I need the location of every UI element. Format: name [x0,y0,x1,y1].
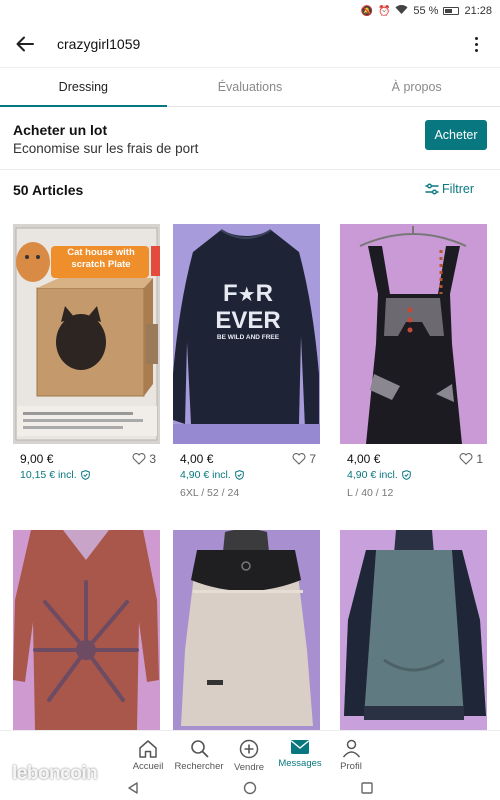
item-card[interactable] [173,530,320,730]
back-button[interactable] [0,22,50,66]
page-title: crazygirl1059 [57,36,141,52]
watermark: leboncoin [12,763,98,784]
item-photo[interactable]: Cat house with scratch Plate [13,224,160,444]
filter-button[interactable]: Filtrer [425,182,474,196]
tab-dressing[interactable]: Dressing [0,68,167,107]
price-incl: 4,90 € incl. [180,469,320,481]
shield-icon [401,470,411,480]
favorite-button[interactable]: 7 [292,452,316,466]
shirt-print: F★R EVER BE WILD AND FREE [215,280,281,342]
circle-home-icon [243,781,257,795]
alarm-icon: ⏰ [377,5,391,17]
item-card[interactable] [340,530,487,730]
status-bar: 🔕 ⏰ 55 % 21:28 [0,0,500,22]
dress-photo [340,224,487,444]
star-icon: ★ [237,284,256,306]
item-photo[interactable] [340,224,487,444]
person-icon [342,739,360,758]
clock: 21:28 [464,5,492,17]
buy-bundle-button[interactable]: Acheter [425,120,487,150]
profile-tabs: Dressing Évaluations À propos [0,67,500,107]
tab-evaluations[interactable]: Évaluations [167,68,334,106]
nav-home-label: Accueil [132,761,164,772]
rust-dress-photo [13,530,160,730]
heart-icon [459,453,473,465]
mute-icon: 🔕 [360,5,373,17]
item-price: 9,00 € [20,452,54,466]
item-photo[interactable] [173,530,320,730]
system-home-button[interactable] [243,781,257,800]
search-icon [190,740,208,758]
price-row: 4,00 € 1 [340,452,487,468]
item-price: 4,00 € [347,452,381,466]
dot [474,48,478,52]
price-incl-text: 10,15 € incl. [20,469,77,481]
price-incl: 10,15 € incl. [20,469,160,481]
sweater-photo [173,530,320,730]
price-row: 4,00 € 7 [173,452,320,468]
nav-profile-label: Profil [340,761,362,772]
square-recents-icon [361,782,373,794]
envelope-icon [291,740,309,754]
more-options-button[interactable] [466,32,486,56]
app-header: crazygirl1059 [0,22,500,66]
price-incl-text: 4,90 € incl. [180,469,231,481]
shield-icon [234,470,244,480]
system-recents-button[interactable] [360,781,374,800]
bundle-subtitle: Economise sur les frais de port [13,141,199,156]
item-photo[interactable]: F★R EVER BE WILD AND FREE [173,224,320,444]
nav-profile[interactable]: Profil [321,739,381,772]
item-card[interactable]: F★R EVER BE WILD AND FREE 4,00 € 7 4,90 … [173,224,320,499]
battery-percent: 55 % [413,5,439,17]
shield-icon [80,470,90,480]
wifi-icon [395,4,408,18]
item-photo[interactable] [340,530,487,730]
items-header: 50 Articles Filtrer [0,171,500,209]
sliders-icon [425,183,439,195]
bundle-banner: Acheter un lot Economise sur les frais d… [0,108,500,170]
bundle-title: Acheter un lot [13,122,108,138]
item-sizes: L / 40 / 12 [347,487,394,499]
price-incl: 4,90 € incl. [347,469,487,481]
nav-sell-label: Vendre [233,762,265,773]
tab-about[interactable]: À propos [333,68,500,106]
arrow-left-icon [16,36,34,52]
item-price: 4,00 € [180,452,214,466]
photo-caption: Cat house with scratch Plate [67,247,135,270]
item-card[interactable]: Cat house with scratch Plate 9,00 € 3 10… [13,224,160,481]
favorite-count: 7 [309,452,316,466]
price-row: 9,00 € 3 [13,452,160,468]
dot [474,42,478,46]
items-count: 50 Articles [13,182,84,198]
item-photo[interactable] [13,530,160,730]
price-incl-text: 4,90 € incl. [347,469,398,481]
dot [474,36,478,40]
favorite-count: 3 [149,452,156,466]
favorite-count: 1 [476,452,483,466]
system-back-button[interactable] [126,781,140,800]
triangle-back-icon [128,782,138,794]
nav-messages-label: Messages [278,758,322,769]
item-card[interactable] [13,530,160,730]
home-icon [139,740,157,758]
item-card[interactable]: 4,00 € 1 4,90 € incl. L / 40 / 12 [340,224,487,499]
battery-icon [443,7,460,15]
favorite-button[interactable]: 1 [459,452,483,466]
heart-icon [292,453,306,465]
teal-sweater-photo [340,530,487,730]
heart-icon [132,453,146,465]
favorite-button[interactable]: 3 [132,452,156,466]
filter-label: Filtrer [442,182,474,196]
item-sizes: 6XL / 52 / 24 [180,487,240,499]
nav-search-label: Rechercher [174,761,224,772]
plus-circle-icon [239,739,259,759]
